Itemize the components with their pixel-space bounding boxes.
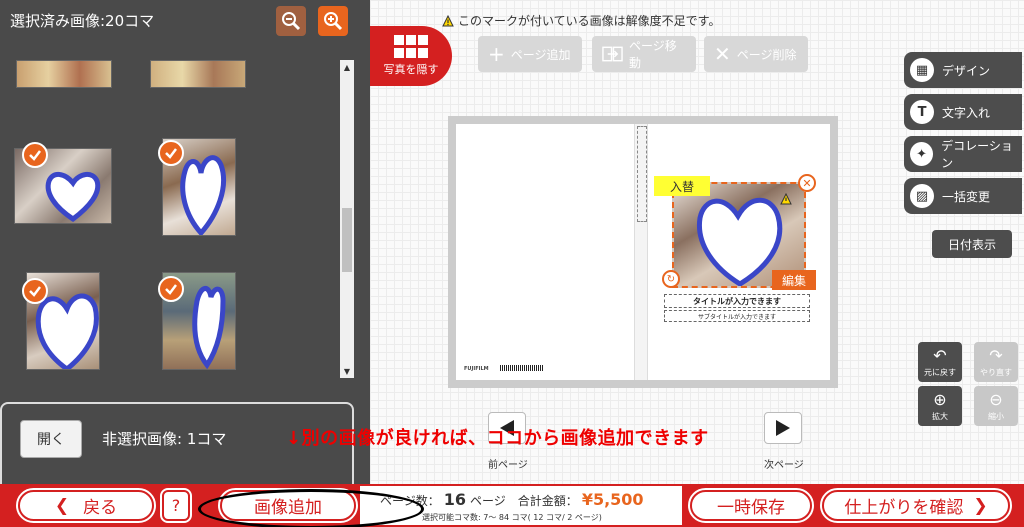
next-page-button[interactable] bbox=[764, 412, 802, 444]
undo-label: 元に戻す bbox=[924, 368, 956, 377]
help-button[interactable]: ? bbox=[160, 488, 192, 523]
selected-images-panel: 選択済み画像:20コマ ▲ ▼ 開く 非選択画像: 1コマ bbox=[0, 0, 370, 484]
bulk-change-button[interactable]: ▨ 一括変更 bbox=[904, 178, 1022, 214]
delete-page-label: ページ削除 bbox=[736, 47, 797, 62]
triangle-right-icon bbox=[776, 420, 790, 436]
design-button[interactable]: ▦ デザイン bbox=[904, 52, 1022, 88]
hide-photos-label: 写真を隠す bbox=[383, 63, 439, 76]
back-button[interactable]: ❮ 戻る bbox=[16, 488, 156, 523]
front-cover-page[interactable]: 入替 ✕ ↻ 編集 タイトルが入力できます サブタイトルが入力できます bbox=[648, 124, 830, 380]
bulk-change-icon: ▨ bbox=[910, 184, 934, 208]
remove-photo-icon[interactable]: ✕ bbox=[798, 174, 816, 192]
thumbnail-scrollbar[interactable]: ▲ ▼ bbox=[340, 60, 354, 378]
layout-grid-icon: ▦ bbox=[910, 58, 934, 82]
decoration-button[interactable]: ✦ デコレーション bbox=[904, 136, 1022, 172]
next-page-label: 次ページ bbox=[764, 460, 804, 471]
selected-check-icon[interactable] bbox=[158, 140, 184, 166]
selectable-count-info: 選択可能コマ数: 7～ 84 コマ( 12 コマ/ 2 ページ) bbox=[422, 513, 602, 522]
zoom-in-icon bbox=[324, 12, 343, 31]
back-label: 戻る bbox=[83, 498, 118, 518]
book-spread: FUJIFILM 入替 ✕ ↻ 編集 タイトルが入力できます サブタイトルが入力… bbox=[448, 116, 838, 388]
text-input-label: 文字入れ bbox=[942, 105, 991, 120]
grid-icon bbox=[394, 35, 428, 58]
delete-page-button[interactable]: ✕ ページ削除 bbox=[704, 36, 808, 72]
image-thumbnail[interactable] bbox=[150, 60, 246, 88]
prev-page-label: 前ページ bbox=[488, 460, 528, 471]
notice-text: このマークが付いている画像は解像度不足です。 bbox=[458, 14, 721, 28]
title-text-box[interactable]: タイトルが入力できます bbox=[664, 294, 810, 308]
zoom-out-label: 縮小 bbox=[988, 412, 1004, 421]
scroll-thumb[interactable] bbox=[342, 208, 352, 272]
design-label: デザイン bbox=[942, 63, 991, 78]
subtitle-text-box[interactable]: サブタイトルが入力できます bbox=[664, 310, 810, 322]
nonselected-images-label: 非選択画像: 1コマ bbox=[102, 430, 227, 448]
zoom-out-icon: ⊖ bbox=[989, 390, 1003, 409]
hide-photos-button[interactable]: 写真を隠す bbox=[370, 26, 452, 86]
rotate-photo-icon[interactable]: ↻ bbox=[662, 270, 680, 288]
move-page-icon bbox=[602, 46, 623, 62]
barcode bbox=[500, 365, 544, 371]
highlight-ellipse bbox=[198, 489, 424, 527]
scroll-down-icon[interactable]: ▼ bbox=[340, 364, 354, 378]
bulk-change-label: 一括変更 bbox=[942, 189, 991, 204]
zoom-out-icon bbox=[282, 12, 301, 31]
selected-images-title: 選択済み画像:20コマ bbox=[10, 12, 155, 30]
decoration-label: デコレーション bbox=[941, 139, 1013, 170]
sparkle-icon: ✦ bbox=[910, 142, 934, 166]
date-display-button[interactable]: 日付表示 bbox=[932, 230, 1012, 258]
selected-check-icon[interactable] bbox=[22, 278, 48, 304]
text-t-icon: T bbox=[910, 100, 934, 124]
low-resolution-warning-icon bbox=[780, 190, 792, 209]
spine-text-box[interactable] bbox=[637, 126, 647, 222]
selected-check-icon[interactable] bbox=[158, 276, 184, 302]
scroll-up-icon[interactable]: ▲ bbox=[340, 60, 354, 74]
back-cover-page[interactable]: FUJIFILM bbox=[456, 124, 634, 380]
book-spine[interactable] bbox=[634, 124, 648, 380]
brand-mark: FUJIFILM bbox=[464, 366, 489, 372]
redo-label: やり直す bbox=[980, 368, 1012, 377]
total-price: ¥5,500 bbox=[581, 490, 644, 509]
image-thumbnail[interactable] bbox=[16, 60, 112, 88]
move-page-button[interactable]: ページ移動 bbox=[592, 36, 696, 72]
edit-button[interactable]: 編集 bbox=[772, 270, 816, 290]
move-page-label: ページ移動 bbox=[628, 39, 677, 70]
warning-icon bbox=[442, 14, 454, 26]
add-page-button[interactable]: + ページ追加 bbox=[478, 36, 582, 72]
bottom-action-bar: ❮ 戻る ? 画像追加 ページ数： 16 ページ 合計金額： ¥5,500 選択… bbox=[0, 484, 1024, 527]
replace-button[interactable]: 入替 bbox=[654, 176, 710, 196]
thumb-zoom-out-button[interactable] bbox=[276, 6, 306, 36]
chevron-right-icon: ❯ bbox=[973, 495, 988, 516]
plus-icon: + bbox=[488, 42, 505, 66]
instruction-annotation: ↓別の画像が良ければ、ココから画像追加できます bbox=[286, 428, 709, 449]
open-button[interactable]: 開く bbox=[20, 420, 82, 458]
confirm-finish-button[interactable]: 仕上がりを確認 ❯ bbox=[820, 488, 1012, 523]
text-input-button[interactable]: T 文字入れ bbox=[904, 94, 1022, 130]
pages-unit: ページ bbox=[470, 494, 506, 508]
thumb-zoom-in-button[interactable] bbox=[318, 6, 348, 36]
x-icon: ✕ bbox=[714, 42, 731, 66]
redo-icon: ↷ bbox=[989, 346, 1003, 365]
undo-icon: ↶ bbox=[933, 346, 947, 365]
redo-button[interactable]: ↷ やり直す bbox=[974, 342, 1018, 382]
resolution-notice: このマークが付いている画像は解像度不足です。 bbox=[442, 12, 720, 29]
total-label: 合計金額： bbox=[517, 494, 578, 508]
zoom-in-label: 拡大 bbox=[932, 412, 948, 421]
zoom-in-icon: ⊕ bbox=[933, 390, 947, 409]
selected-check-icon[interactable] bbox=[22, 142, 48, 168]
temporary-save-button[interactable]: 一時保存 bbox=[688, 488, 814, 523]
thumbnail-grid bbox=[0, 60, 340, 380]
zoom-in-button[interactable]: ⊕ 拡大 bbox=[918, 386, 962, 426]
undo-button[interactable]: ↶ 元に戻す bbox=[918, 342, 962, 382]
chevron-left-icon: ❮ bbox=[54, 495, 70, 516]
pages-value: 16 bbox=[443, 490, 467, 509]
zoom-out-button[interactable]: ⊖ 縮小 bbox=[974, 386, 1018, 426]
confirm-label: 仕上がりを確認 bbox=[844, 498, 964, 518]
editor-workspace: このマークが付いている画像は解像度不足です。 写真を隠す + ページ追加 ページ… bbox=[370, 0, 1024, 484]
add-page-label: ページ追加 bbox=[510, 47, 571, 62]
